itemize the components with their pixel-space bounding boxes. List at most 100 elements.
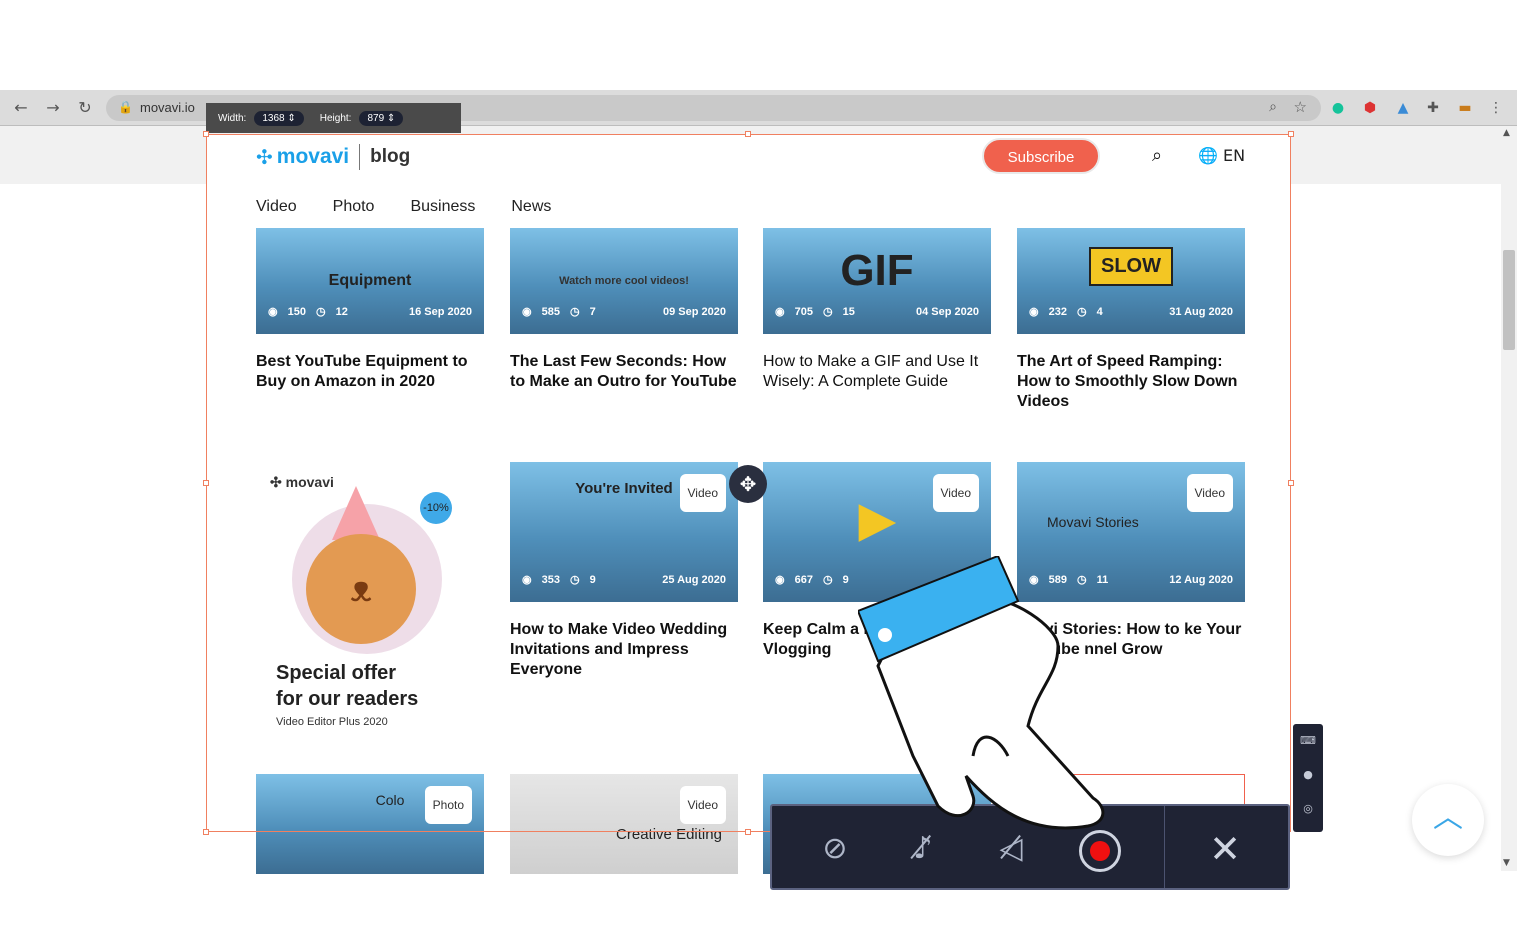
article-title[interactable]: How to Make a GIF and Use It Wisely: A C… (763, 352, 991, 392)
party-hat-icon (332, 486, 380, 540)
article-card[interactable]: You're Invited Video ◉ 353 ◷ 9 25 Aug 2020 H… (510, 462, 738, 680)
article-card[interactable]: SLOW ◉ 232 ◷ 4 31 Aug 2020 The Art of Speed … (1017, 228, 1245, 412)
extension-off-icon[interactable]: ▲ (1393, 98, 1413, 118)
resize-handle[interactable] (203, 829, 209, 835)
article-card[interactable]: Equipment ◉ 150 ◷ 12 16 Sep 2020 Best YouTub… (256, 228, 484, 392)
article-title[interactable]: The Art of Speed Ramping: How to Smoothl… (1017, 352, 1245, 412)
category-tag[interactable]: Video (1186, 474, 1233, 512)
article-thumbnail[interactable]: Creative Editing Video (510, 774, 738, 874)
view-count: 585 (541, 305, 560, 318)
width-stepper[interactable]: 1368 ⇕ (254, 110, 304, 126)
article-date: 09 Sep 2020 (663, 305, 726, 318)
cursor-highlight-icon[interactable]: ● (1293, 758, 1323, 792)
promo-headline: Special offer for our readers (276, 660, 418, 712)
move-icon[interactable]: ✥ (729, 465, 767, 503)
read-time: 15 (842, 305, 855, 318)
category-tag[interactable]: Video (679, 474, 726, 512)
view-count: 667 (794, 573, 813, 586)
resize-handle[interactable] (203, 480, 209, 486)
view-count: 589 (1048, 573, 1067, 586)
bookmark-star-icon[interactable]: ☆ (1294, 98, 1307, 116)
article-thumbnail[interactable]: GIF ◉ 705 ◷ 15 04 Sep 2020 (763, 228, 991, 334)
scrollbar-thumb[interactable] (1503, 250, 1515, 350)
article-card[interactable]: ▶ Video ◉ 667 ◷ 9 19 Aug Keep Calm a Filming… (763, 462, 991, 660)
article-title[interactable]: Keep Calm a Filming: 11 R Vlogging (763, 620, 991, 660)
movavi-logo-icon: ✣ (256, 145, 273, 169)
article-thumbnail[interactable]: SLOW ◉ 232 ◷ 4 31 Aug 2020 (1017, 228, 1245, 334)
clock-icon: ◷ (315, 306, 326, 318)
article-thumbnail[interactable]: Colo Photo (256, 774, 484, 874)
grammarly-icon[interactable]: ● (1328, 98, 1348, 118)
category-tag[interactable]: Photo (424, 786, 472, 824)
webcam-off-icon[interactable]: ⊘ (812, 826, 858, 872)
eye-icon: ◉ (522, 306, 532, 318)
nav-photo[interactable]: Photo (333, 198, 375, 216)
thumbnail-art: Equipment (328, 272, 412, 289)
site-logo[interactable]: ✣ movavi blog (256, 144, 410, 170)
reload-icon[interactable]: ↻ (74, 98, 96, 118)
nav-news[interactable]: News (511, 198, 551, 216)
adblock-icon[interactable]: ⬢ (1360, 98, 1380, 118)
puzzle-icon[interactable]: ✚ (1423, 98, 1443, 118)
article-date: 19 Aug (942, 573, 979, 586)
read-time: 4 (1096, 305, 1103, 318)
resize-handle[interactable] (745, 131, 751, 137)
search-icon[interactable]: ⌕ (1152, 145, 1162, 166)
forward-icon[interactable]: → (42, 98, 64, 118)
article-title[interactable]: How to Make Video Wedding Invitations an… (510, 620, 738, 680)
nav-business[interactable]: Business (410, 198, 475, 216)
promo-headline-line-1: Special offer (276, 662, 397, 684)
article-meta: ◉ 232 ◷ 4 31 Aug 2020 (1029, 305, 1233, 319)
resize-handle[interactable] (203, 131, 209, 137)
article-card[interactable]: GIF ◉ 705 ◷ 15 04 Sep 2020 How to Make a GIF… (763, 228, 991, 392)
promo-banner[interactable]: ✣ movavi ᴥ -10% Special offer for our rea… (256, 464, 484, 734)
article-title[interactable]: Best YouTube Equipment to Buy on Amazon … (256, 352, 484, 392)
burger-icon[interactable]: ▬ (1455, 98, 1475, 118)
article-thumbnail[interactable]: You're Invited Video ◉ 353 ◷ 9 25 Aug 2020 (510, 462, 738, 602)
clock-icon: ◷ (1076, 574, 1087, 586)
scrollbar[interactable] (1501, 126, 1517, 871)
subscribe-button[interactable]: Subscribe (982, 138, 1100, 174)
article-card[interactable]: Movavi Stories Video ◉ 589 ◷ 11 12 Aug 2020 … (1017, 462, 1245, 660)
address-text: movavi.io (140, 100, 195, 115)
height-value: 879 (367, 112, 385, 124)
close-icon[interactable]: ✕ (1202, 826, 1248, 872)
article-card[interactable]: Creative Editing Video (510, 774, 738, 874)
menu-dots-icon[interactable]: ⋮ (1486, 98, 1506, 118)
article-date: 25 Aug 2020 (662, 573, 726, 586)
back-icon[interactable]: ← (10, 98, 32, 118)
category-tag[interactable]: Video (679, 786, 726, 824)
nav-video[interactable]: Video (256, 198, 297, 216)
resize-handle[interactable] (1288, 131, 1294, 137)
eye-icon: ◉ (268, 306, 278, 318)
article-title[interactable]: ovavi Stories: How to ke Your Youtube nn… (1017, 620, 1245, 660)
language-selector[interactable]: 🌐 EN (1198, 146, 1245, 165)
system-audio-off-icon[interactable]: ◁̸ (988, 826, 1034, 872)
article-thumbnail[interactable]: Equipment ◉ 150 ◷ 12 16 Sep 2020 (256, 228, 484, 334)
article-date: 16 Sep 2020 (409, 305, 472, 318)
height-stepper[interactable]: 879 ⇕ (359, 110, 404, 126)
resize-handle[interactable] (745, 829, 751, 835)
article-meta: ◉ 353 ◷ 9 25 Aug 2020 (522, 573, 726, 587)
zoom-icon[interactable]: ⌕ (1269, 99, 1277, 115)
eye-icon: ◉ (1029, 306, 1039, 318)
scroll-to-top-button[interactable]: ︿ (1412, 784, 1484, 856)
read-time: 9 (589, 573, 596, 586)
click-effect-icon[interactable]: ◎ (1293, 792, 1323, 826)
resize-handle[interactable] (1288, 480, 1294, 486)
article-thumbnail[interactable]: ▶ Video ◉ 667 ◷ 9 19 Aug (763, 462, 991, 602)
article-card[interactable]: Watch more cool videos! ◉ 585 ◷ 7 09 Sep 202… (510, 228, 738, 392)
scroll-down-icon[interactable]: ▼ (1503, 858, 1510, 868)
scroll-up-icon[interactable]: ▲ (1503, 128, 1510, 138)
microphone-off-icon[interactable]: ♪̸ (900, 826, 946, 872)
promo-headline-line-2: for our readers (276, 688, 419, 710)
clock-icon: ◷ (822, 306, 833, 318)
recording-toolbar: ⊘ ♪̸ ◁̸ ✕ (770, 804, 1290, 890)
article-title[interactable]: The Last Few Seconds: How to Make an Out… (510, 352, 738, 392)
article-thumbnail[interactable]: Watch more cool videos! ◉ 585 ◷ 7 09 Sep 202… (510, 228, 738, 334)
record-button[interactable] (1079, 830, 1121, 872)
keyboard-icon[interactable]: ⌨ (1293, 724, 1323, 758)
article-card[interactable]: Colo Photo (256, 774, 484, 874)
category-tag[interactable]: Video (932, 474, 979, 512)
article-thumbnail[interactable]: Movavi Stories Video ◉ 589 ◷ 11 12 Aug 2020 (1017, 462, 1245, 602)
